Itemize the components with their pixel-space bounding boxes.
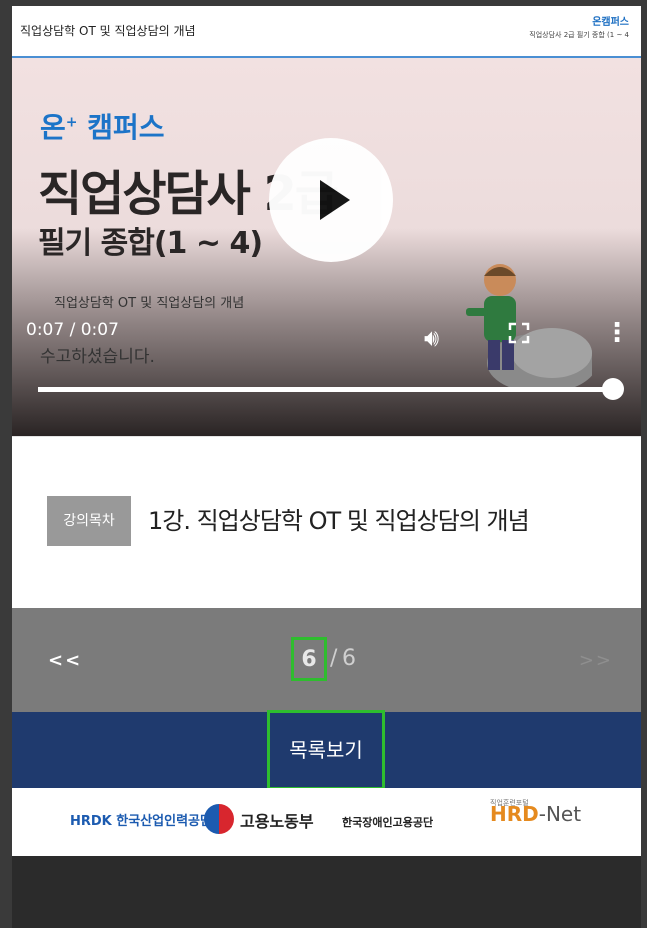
header-brand-logo: 온캠퍼스 <box>592 17 629 28</box>
prev-page-button[interactable]: << <box>48 650 82 671</box>
video-brand-logo: 온+ 캠퍼스 <box>40 111 165 144</box>
video-end-message: 수고하셨습니다. <box>40 347 155 367</box>
video-time-display: 0:07 / 0:07 <box>26 320 119 340</box>
header-course-name: 직업상담사 2급 필기 종합 (1 ~ 4 <box>529 31 629 39</box>
bottom-bar <box>12 856 641 928</box>
frame-left <box>0 0 12 928</box>
pagination-bar: << 6 / 6 >> <box>12 608 641 712</box>
more-options-icon[interactable]: ⋮ <box>604 320 630 346</box>
toc-badge[interactable]: 강의목차 <box>47 496 131 546</box>
lesson-row: 강의목차 1강. 직업상담학 OT 및 직업상담의 개념 <box>12 436 641 609</box>
progress-bar[interactable] <box>38 387 610 392</box>
list-button-bar: 목록보기 <box>12 710 641 790</box>
fullscreen-icon[interactable] <box>508 322 530 344</box>
moel-emblem-icon <box>204 804 234 834</box>
total-pages: 6 <box>342 646 356 671</box>
hrdnet-logo: HRD-Net <box>490 802 582 826</box>
lesson-title: 1강. 직업상담학 OT 및 직업상담의 개념 <box>148 507 530 535</box>
moel-logo: 고용노동부 <box>240 812 314 831</box>
page-separator: / <box>330 646 338 671</box>
video-player[interactable]: 온+ 캠퍼스 직업상담사 2급 필기 종합(1 ~ 4) 직업상담학 OT 및 … <box>12 58 641 436</box>
footer-logos: HRDK 한국산업인력공단 고용노동부 한국장애인고용공단 직업훈련포털 HRD… <box>12 788 641 856</box>
progress-handle[interactable] <box>602 378 624 400</box>
volume-icon[interactable]: 🔊︎ <box>424 324 439 352</box>
frame-right <box>641 0 647 928</box>
view-list-button[interactable]: 목록보기 <box>267 710 385 790</box>
video-course-subtitle: 필기 종합(1 ~ 4) <box>38 226 263 261</box>
play-button[interactable] <box>269 138 393 262</box>
kead-logo: 한국장애인고용공단 <box>342 816 434 829</box>
hrdk-logo: HRDK 한국산업인력공단 <box>70 814 212 829</box>
header-lecture-title: 직업상담학 OT 및 직업상담의 개념 <box>20 24 196 38</box>
top-header: 직업상담학 OT 및 직업상담의 개념 온캠퍼스 직업상담사 2급 필기 종합 … <box>12 6 641 58</box>
next-page-button[interactable]: >> <box>579 650 613 671</box>
video-lesson-caption: 직업상담학 OT 및 직업상담의 개념 <box>54 296 245 311</box>
current-page-number: 6 <box>291 637 327 681</box>
